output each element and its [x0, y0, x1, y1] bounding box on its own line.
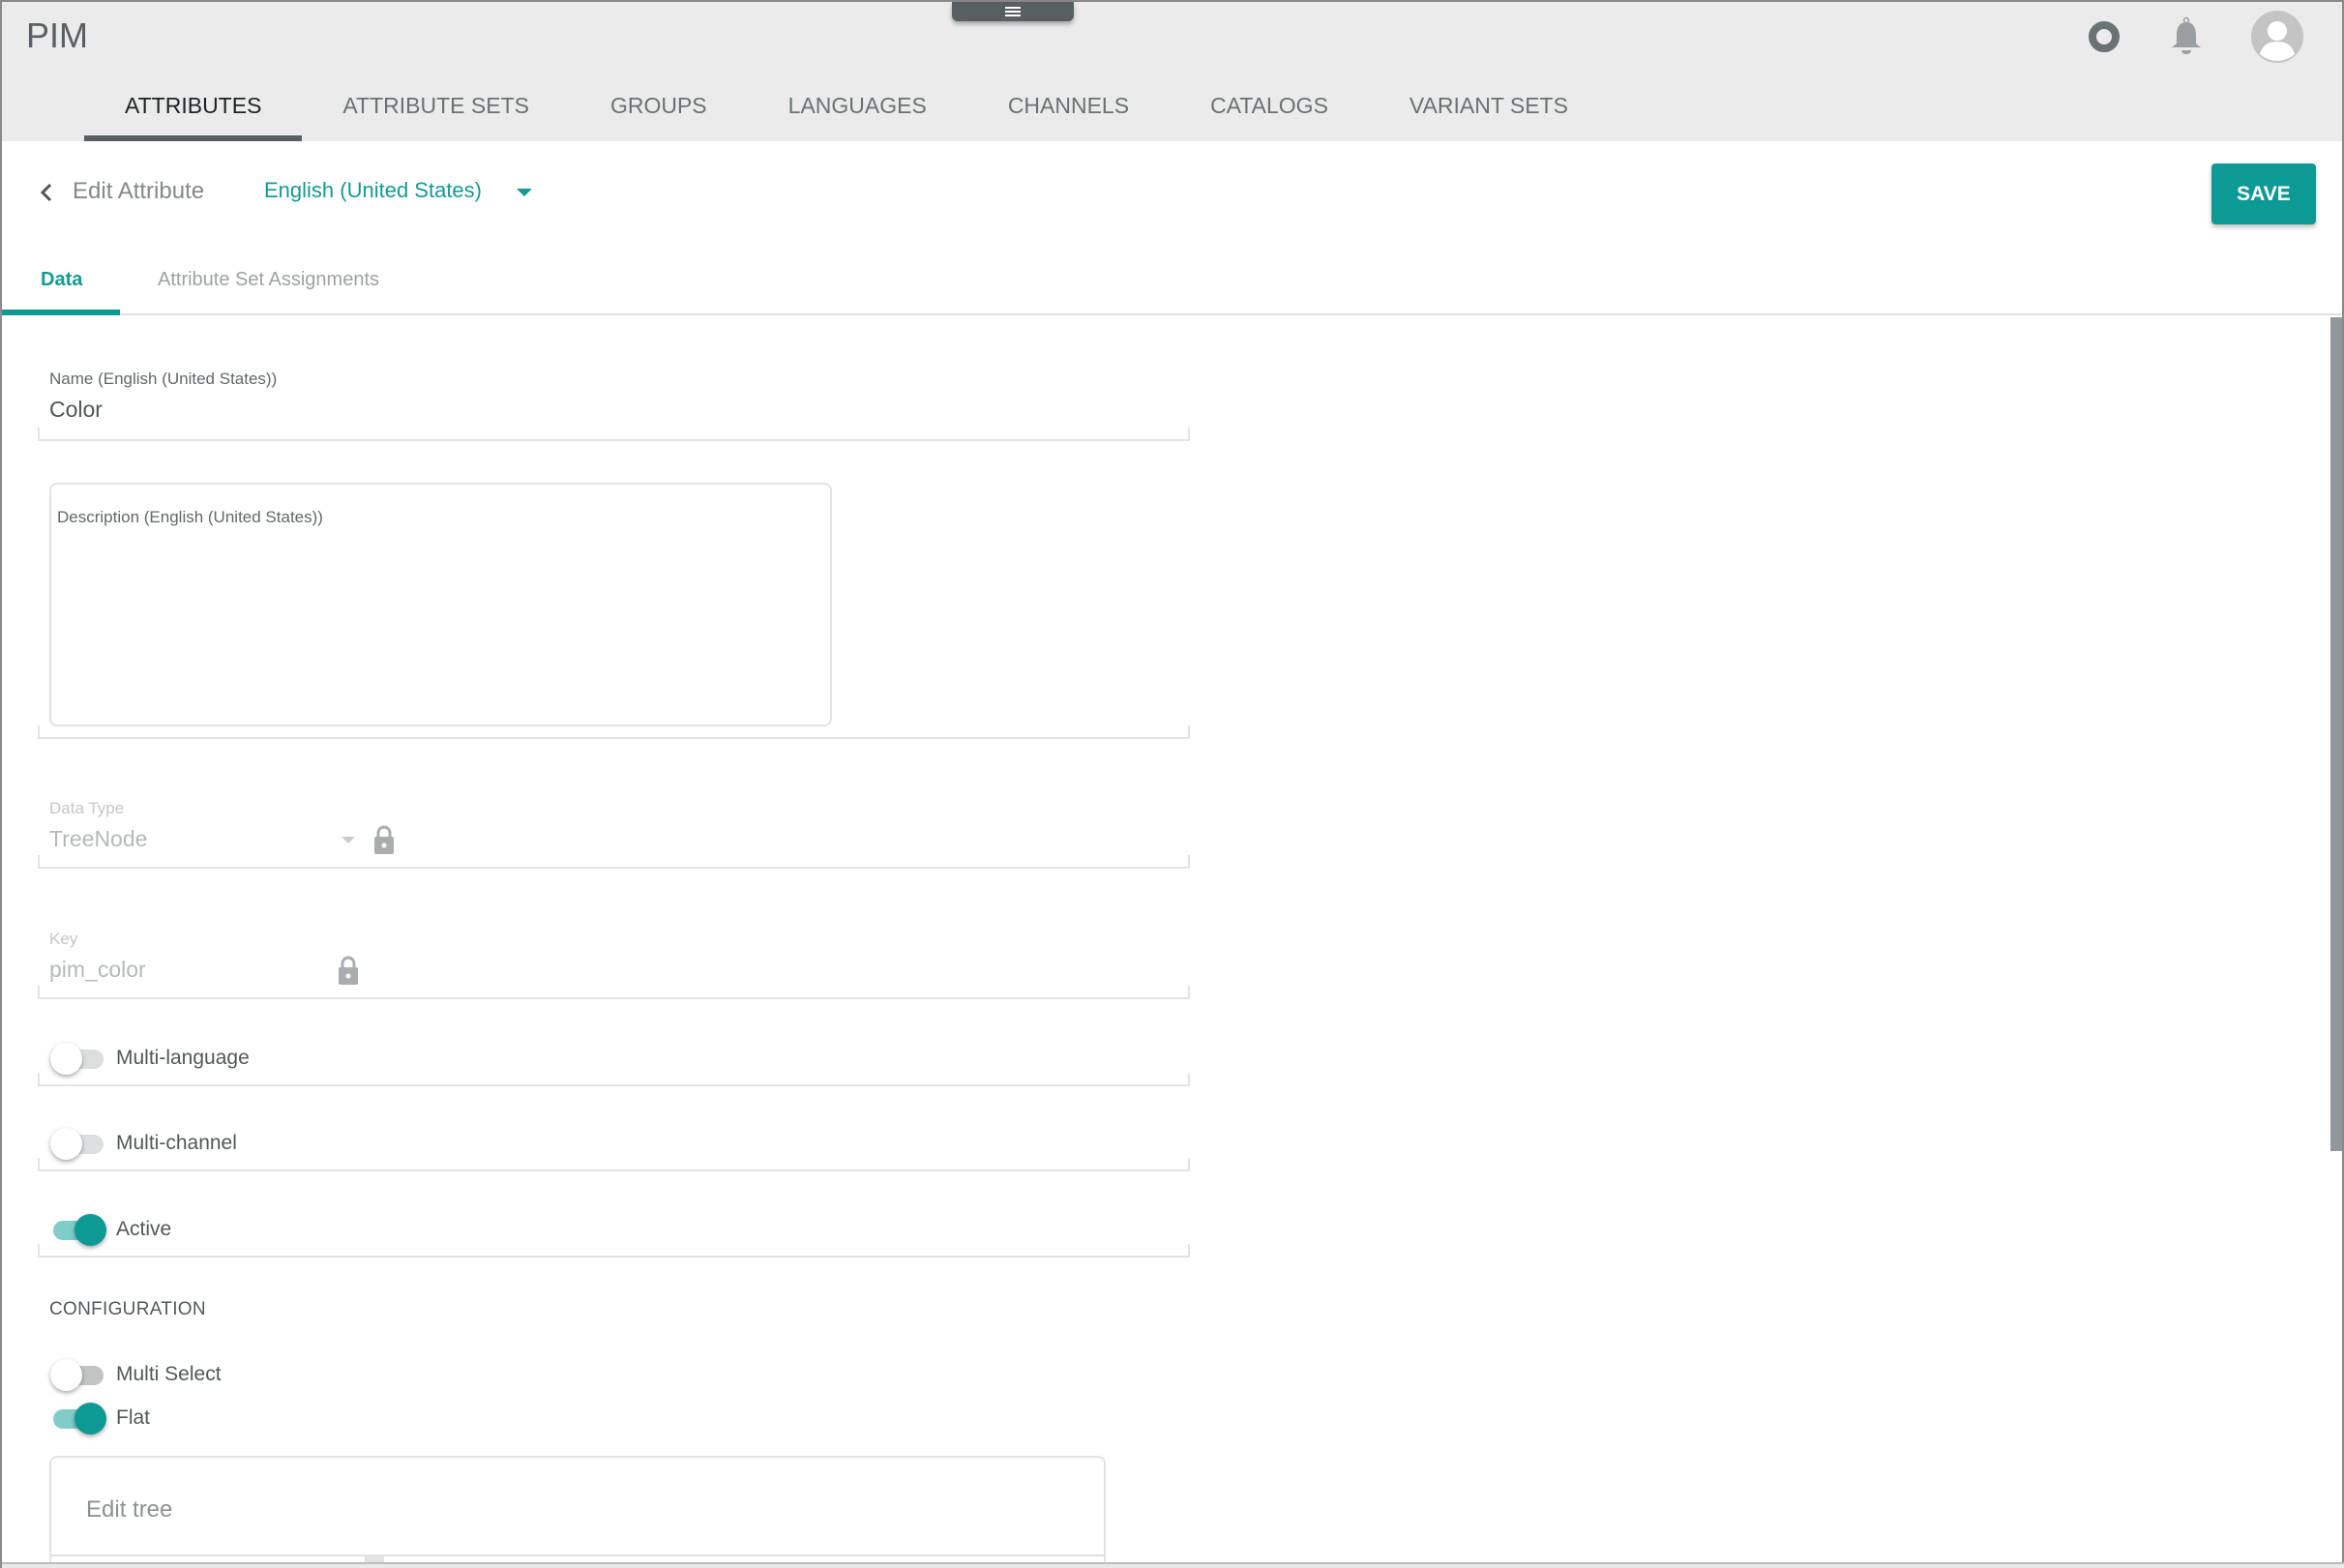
data-type-field-underline	[38, 855, 1190, 869]
multi-select-label[interactable]: Multi Select	[116, 1363, 222, 1386]
nav-tab-catalogs[interactable]: CATALOGS	[1170, 87, 1369, 141]
configuration-heading: CONFIGURATION	[49, 1299, 206, 1319]
name-field-underline	[38, 428, 1190, 441]
flat-toggle[interactable]	[50, 1399, 106, 1437]
lock-icon	[339, 956, 358, 985]
nav-tab-channels[interactable]: CHANNELS	[967, 87, 1170, 141]
description-label: Description (English (United States))	[57, 508, 323, 526]
collapse-handle[interactable]	[952, 2, 1074, 21]
app-title: PIM	[26, 15, 89, 55]
app-header: PIM ATTRIBUTES ATTRIBUTE SETS GROUPS LAN…	[2, 2, 2342, 141]
save-button[interactable]: SAVE	[2211, 163, 2316, 224]
multi-channel-toggle[interactable]	[50, 1124, 104, 1163]
multi-language-label[interactable]: Multi-language	[116, 1047, 250, 1070]
active-tab-indicator	[2, 310, 120, 315]
active-label[interactable]: Active	[116, 1218, 171, 1241]
chevron-down-icon[interactable]	[517, 189, 532, 196]
chevron-down-icon	[341, 837, 355, 843]
tab-data[interactable]: Data	[41, 269, 82, 291]
data-type-select: TreeNode	[49, 826, 148, 851]
data-type-label: Data Type	[49, 799, 125, 817]
divider	[51, 1554, 1104, 1556]
multi-language-underline	[38, 1073, 1190, 1086]
nav-tab-variant-sets[interactable]: VARIANT SETS	[1369, 87, 1609, 141]
active-toggle[interactable]	[50, 1210, 106, 1249]
description-textarea[interactable]: Description (English (United States))	[49, 483, 832, 726]
name-input[interactable]: Color	[49, 397, 103, 423]
multi-channel-underline	[38, 1158, 1190, 1171]
flat-label[interactable]: Flat	[116, 1406, 150, 1430]
key-label: Key	[49, 930, 78, 948]
active-underline	[38, 1244, 1190, 1257]
menu-icon	[1005, 7, 1021, 16]
language-select[interactable]: English (United States)	[264, 178, 482, 203]
multi-channel-label[interactable]: Multi-channel	[116, 1132, 237, 1155]
avatar-icon[interactable]	[2251, 11, 2303, 63]
nav-tab-languages[interactable]: LANGUAGES	[748, 87, 967, 141]
page-title: Edit Attribute	[73, 178, 205, 204]
key-field-underline	[38, 986, 1190, 999]
multi-select-toggle[interactable]	[50, 1355, 104, 1394]
description-field-underline	[38, 725, 1190, 739]
lock-icon	[374, 825, 394, 854]
nav-tab-attribute-sets[interactable]: ATTRIBUTE SETS	[302, 87, 570, 141]
tab-attribute-set-assignments[interactable]: Attribute Set Assignments	[158, 269, 379, 291]
scrollbar-thumb[interactable]	[2330, 317, 2342, 1151]
main-nav: ATTRIBUTES ATTRIBUTE SETS GROUPS LANGUAG…	[84, 87, 1609, 141]
name-label: Name (English (United States))	[49, 370, 278, 388]
bottom-bar	[2, 1562, 2344, 1568]
multi-language-toggle[interactable]	[50, 1039, 104, 1078]
nav-tab-attributes[interactable]: ATTRIBUTES	[84, 87, 303, 141]
status-ring-icon[interactable]	[2087, 19, 2121, 54]
back-arrow-icon[interactable]	[37, 182, 56, 203]
bell-icon[interactable]	[2169, 16, 2204, 57]
nav-tab-groups[interactable]: GROUPS	[570, 87, 748, 141]
edit-tree-title: Edit tree	[86, 1496, 173, 1523]
edit-tree-panel: Edit tree	[49, 1456, 1106, 1568]
key-input: pim_color	[49, 957, 146, 982]
